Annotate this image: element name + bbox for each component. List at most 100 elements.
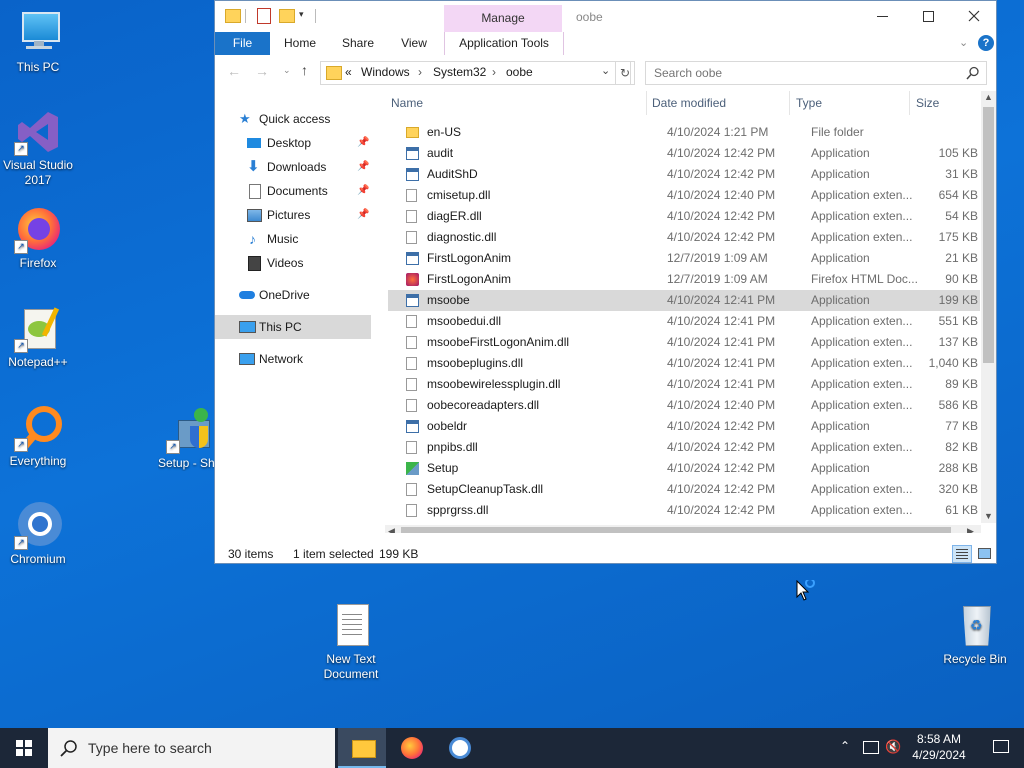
column-header-name[interactable]: Name: [391, 91, 423, 115]
table-row[interactable]: msoobeFirstLogonAnim.dll 4/10/2024 12:41 …: [388, 332, 980, 353]
table-row[interactable]: spprgrss.dll 4/10/2024 12:42 PM Applicatio…: [388, 500, 980, 521]
taskbar-search-box[interactable]: Type here to search: [48, 728, 335, 768]
taskbar-firefox[interactable]: [388, 728, 436, 768]
file-name: pnpibs.dll: [427, 440, 478, 454]
nav-network[interactable]: Network: [215, 347, 371, 371]
nav-videos[interactable]: Videos: [215, 251, 371, 275]
table-row[interactable]: oobeldr 4/10/2024 12:42 PM Application 77 K…: [388, 416, 980, 437]
nav-this-pc[interactable]: This PC: [215, 315, 371, 339]
table-row[interactable]: oobecoreadapters.dll 4/10/2024 12:40 PM Ap…: [388, 395, 980, 416]
refresh-button[interactable]: ↻: [615, 61, 635, 85]
scroll-down-arrow-icon[interactable]: ▼: [984, 511, 993, 521]
table-row[interactable]: diagER.dll 4/10/2024 12:42 PM Application …: [388, 206, 980, 227]
application-icon: [406, 294, 419, 307]
file-name: cmisetup.dll: [427, 188, 491, 202]
column-header-date-modified[interactable]: Date modified: [652, 91, 726, 115]
scroll-up-arrow-icon[interactable]: ▲: [984, 92, 993, 102]
properties-icon[interactable]: [257, 8, 271, 24]
table-row[interactable]: en-US 4/10/2024 1:21 PM File folder: [388, 122, 980, 143]
tab-share[interactable]: Share: [332, 32, 384, 55]
start-button[interactable]: [0, 728, 48, 768]
search-box[interactable]: [645, 61, 987, 85]
table-row[interactable]: diagnostic.dll 4/10/2024 12:42 PM Applicat…: [388, 227, 980, 248]
tab-home[interactable]: Home: [275, 32, 325, 55]
nav-quick-access[interactable]: ★ Quick access: [215, 107, 371, 131]
nav-pictures[interactable]: Pictures 📌: [215, 203, 371, 227]
desktop-icon-recycle-bin[interactable]: ♻ Recycle Bin: [937, 602, 1013, 667]
table-row[interactable]: msoobe 4/10/2024 12:41 PM Application 199 K…: [388, 290, 980, 311]
table-row[interactable]: FirstLogonAnim 12/7/2019 1:09 AM Firefox H…: [388, 269, 980, 290]
scroll-right-arrow-icon[interactable]: ▶: [967, 526, 974, 533]
address-bar[interactable]: « Windows › System32 › oobe ⌄: [320, 61, 631, 85]
scroll-left-arrow-icon[interactable]: ◀: [388, 526, 395, 533]
maximize-button[interactable]: [905, 1, 951, 32]
table-row[interactable]: msoobeplugins.dll 4/10/2024 12:41 PM Appli…: [388, 353, 980, 374]
network-tray-icon[interactable]: [863, 741, 879, 754]
notifications-button[interactable]: [978, 728, 1024, 768]
desktop-icon-notepadpp[interactable]: ↗ Notepad++: [0, 305, 76, 370]
nav-onedrive[interactable]: OneDrive: [215, 283, 371, 307]
desktop-icon-this-pc[interactable]: This PC: [0, 10, 76, 75]
column-header-type[interactable]: Type: [796, 91, 822, 115]
volume-muted-icon[interactable]: 🔇: [885, 739, 901, 755]
pin-icon[interactable]: 📌: [357, 179, 369, 203]
dll-file-icon: [406, 483, 417, 496]
nav-downloads[interactable]: ⬇ Downloads 📌: [215, 155, 371, 179]
file-type: Application: [811, 167, 870, 181]
desktop-icon-firefox[interactable]: ↗ Firefox: [0, 206, 76, 271]
tab-file[interactable]: File: [215, 32, 270, 55]
customize-toolbar-chevron-icon[interactable]: ▾: [299, 9, 304, 20]
table-row[interactable]: AuditShD 4/10/2024 12:42 PM Application 31 …: [388, 164, 980, 185]
desktop-icon-everything[interactable]: ↗ Everything: [0, 404, 76, 469]
pin-icon[interactable]: 📌: [357, 155, 369, 179]
details-view-button[interactable]: [952, 545, 972, 563]
up-arrow-icon[interactable]: ↑: [301, 62, 308, 78]
search-input[interactable]: [652, 64, 956, 82]
column-header-size[interactable]: Size: [916, 91, 939, 115]
help-icon[interactable]: ?: [978, 35, 994, 51]
nav-music[interactable]: ♪ Music: [215, 227, 371, 251]
breadcrumb-overflow[interactable]: «: [345, 65, 352, 79]
taskbar-file-explorer[interactable]: [338, 728, 386, 768]
table-row[interactable]: audit 4/10/2024 12:42 PM Application 105 KB: [388, 143, 980, 164]
tab-application-tools[interactable]: Application Tools: [444, 32, 564, 55]
pin-icon[interactable]: 📌: [357, 203, 369, 227]
pin-icon[interactable]: 📌: [357, 131, 369, 155]
manage-context-tab[interactable]: Manage: [444, 5, 562, 32]
table-row[interactable]: Setup 4/10/2024 12:42 PM Application 288 KB: [388, 458, 980, 479]
show-hidden-icons-chevron-icon[interactable]: ⌃: [840, 739, 850, 753]
breadcrumb-windows[interactable]: Windows: [361, 65, 410, 79]
desktop-icon-chromium[interactable]: ↗ Chromium: [0, 502, 76, 567]
table-row[interactable]: FirstLogonAnim 12/7/2019 1:09 AM Applicati…: [388, 248, 980, 269]
address-dropdown-chevron-icon[interactable]: ⌄: [601, 64, 610, 77]
breadcrumb-oobe[interactable]: oobe: [506, 65, 533, 79]
table-row[interactable]: SetupCleanupTask.dll 4/10/2024 12:42 PM Ap…: [388, 479, 980, 500]
recent-locations-chevron-icon[interactable]: ⌄: [283, 65, 291, 76]
application-icon: [406, 168, 419, 181]
desktop-icon-visual-studio[interactable]: ↗ Visual Studio 2017: [0, 108, 76, 188]
tab-view[interactable]: View: [391, 32, 437, 55]
breadcrumb-system32[interactable]: System32: [433, 65, 486, 79]
table-row[interactable]: msoobewirelessplugin.dll 4/10/2024 12:41 …: [388, 374, 980, 395]
forward-arrow-icon[interactable]: →: [255, 63, 269, 79]
table-row[interactable]: pnpibs.dll 4/10/2024 12:42 PM Application …: [388, 437, 980, 458]
close-button[interactable]: [951, 1, 997, 32]
vertical-scrollbar[interactable]: ▲ ▼: [981, 91, 996, 523]
clock[interactable]: 8:58 AM 4/29/2024: [906, 731, 972, 765]
horizontal-scrollbar[interactable]: ◀ ▶: [385, 525, 981, 533]
minimize-button[interactable]: [859, 1, 905, 32]
nav-desktop[interactable]: Desktop 📌: [215, 131, 371, 155]
scroll-thumb[interactable]: [983, 107, 994, 363]
desktop-icon-label: Visual Studio 2017: [3, 158, 73, 187]
expand-ribbon-chevron-icon[interactable]: ⌄: [959, 36, 968, 49]
taskbar-chromium[interactable]: [436, 728, 484, 768]
new-folder-icon[interactable]: [279, 9, 295, 23]
large-icons-view-button[interactable]: [976, 545, 992, 561]
desktop-icon-new-text-document[interactable]: New Text Document: [313, 602, 389, 682]
table-row[interactable]: cmisetup.dll 4/10/2024 12:40 PM Applicatio…: [388, 185, 980, 206]
firefox-html-icon: [406, 273, 419, 286]
dll-file-icon: [406, 315, 417, 328]
table-row[interactable]: msoobedui.dll 4/10/2024 12:41 PM Applicati…: [388, 311, 980, 332]
back-arrow-icon[interactable]: ←: [227, 63, 241, 79]
nav-documents[interactable]: Documents 📌: [215, 179, 371, 203]
